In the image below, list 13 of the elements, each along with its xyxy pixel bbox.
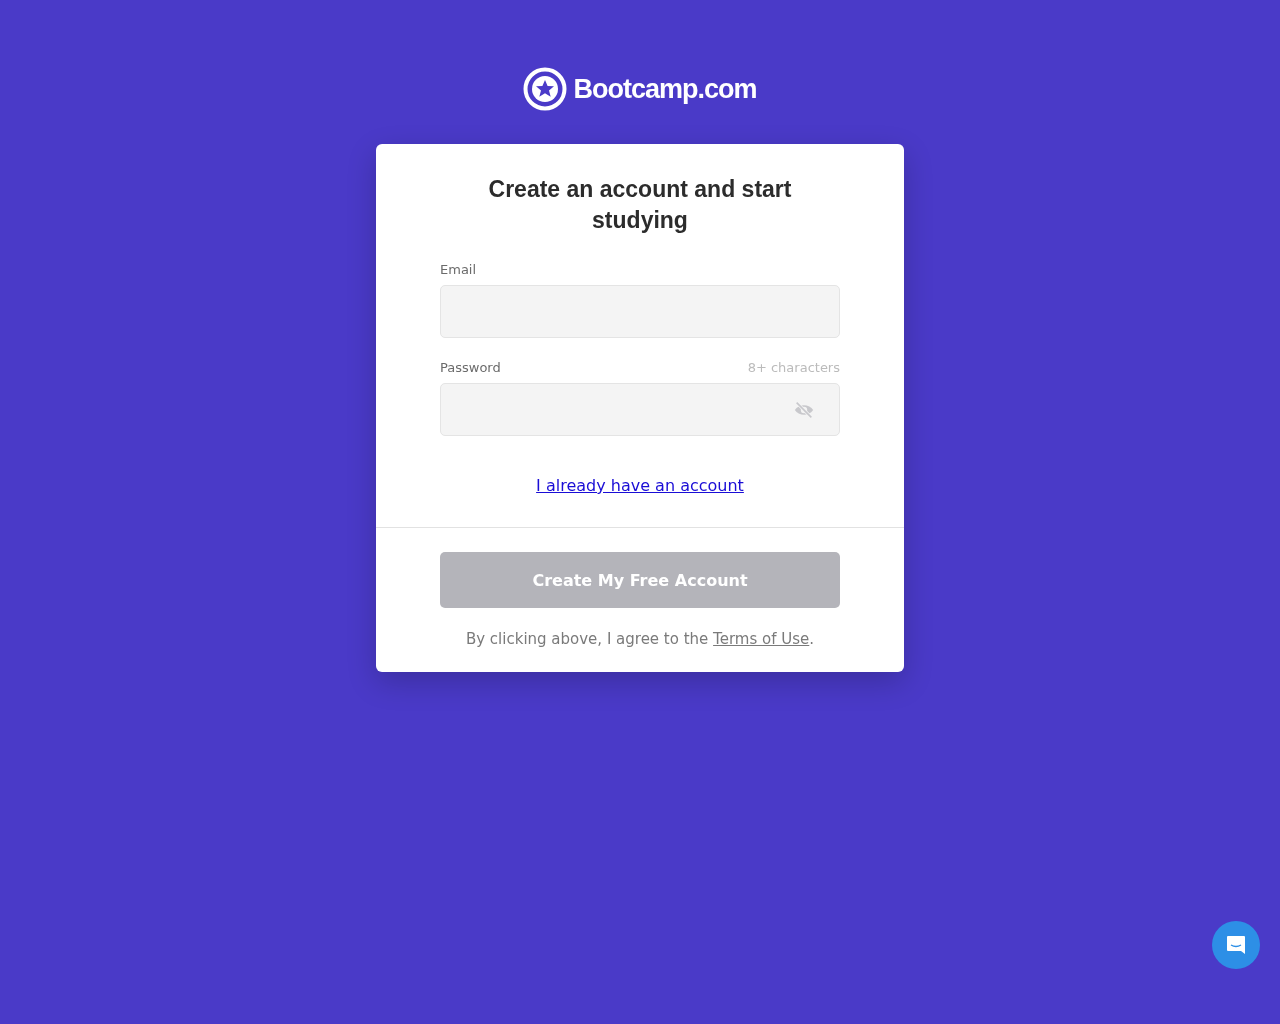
terms-link[interactable]: Terms of Use bbox=[713, 630, 810, 648]
login-link[interactable]: I already have an account bbox=[536, 476, 744, 495]
star-badge-icon bbox=[523, 67, 568, 111]
logo-text: Bootcamp.com bbox=[573, 73, 757, 105]
chat-bubble-icon bbox=[1224, 933, 1248, 957]
input-field[interactable] bbox=[440, 285, 840, 338]
card-title: Create an account and start studying bbox=[487, 175, 793, 235]
terms-text: By clicking above, I agree to the Terms of Use. bbox=[464, 630, 816, 648]
field-label: Password bbox=[440, 360, 501, 375]
input-field[interactable] bbox=[440, 383, 840, 436]
field-label: Email bbox=[440, 262, 477, 277]
chat-button[interactable] bbox=[1212, 921, 1260, 969]
field-hint: 8+ characters bbox=[747, 360, 840, 375]
